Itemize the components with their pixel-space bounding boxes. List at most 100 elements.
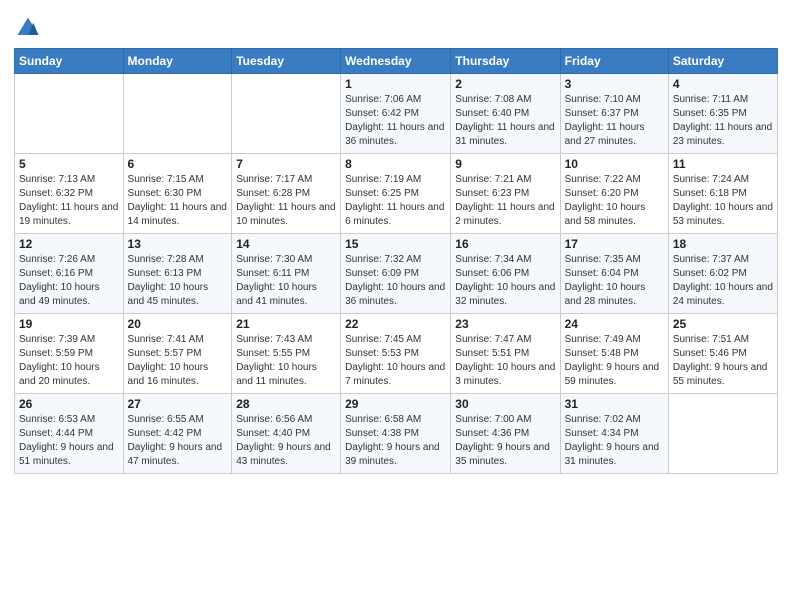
col-sunday: Sunday <box>15 49 124 74</box>
calendar-week-row: 19 Sunrise: 7:39 AMSunset: 5:59 PMDayligh… <box>15 314 778 394</box>
table-row: 13 Sunrise: 7:28 AMSunset: 6:13 PMDayligh… <box>123 234 232 314</box>
day-info: Sunrise: 7:28 AMSunset: 6:13 PMDaylight:… <box>128 253 228 309</box>
table-row: 17 Sunrise: 7:35 AMSunset: 6:04 PMDayligh… <box>560 234 668 314</box>
table-row: 28 Sunrise: 6:56 AMSunset: 4:40 PMDayligh… <box>232 394 341 474</box>
table-row <box>15 74 124 154</box>
col-saturday: Saturday <box>668 49 777 74</box>
table-row: 10 Sunrise: 7:22 AMSunset: 6:20 PMDayligh… <box>560 154 668 234</box>
calendar-table: Sunday Monday Tuesday Wednesday Thursday… <box>14 48 778 474</box>
day-number: 22 <box>345 317 446 331</box>
table-row: 6 Sunrise: 7:15 AMSunset: 6:30 PMDaylight… <box>123 154 232 234</box>
day-info: Sunrise: 7:30 AMSunset: 6:11 PMDaylight:… <box>236 253 336 309</box>
calendar-week-row: 26 Sunrise: 6:53 AMSunset: 4:44 PMDayligh… <box>15 394 778 474</box>
day-info: Sunrise: 7:10 AMSunset: 6:37 PMDaylight:… <box>565 93 664 149</box>
table-row: 26 Sunrise: 6:53 AMSunset: 4:44 PMDayligh… <box>15 394 124 474</box>
table-row <box>232 74 341 154</box>
logo-icon <box>14 14 42 42</box>
day-info: Sunrise: 6:58 AMSunset: 4:38 PMDaylight:… <box>345 413 446 469</box>
day-number: 9 <box>455 157 555 171</box>
table-row: 30 Sunrise: 7:00 AMSunset: 4:36 PMDayligh… <box>451 394 560 474</box>
table-row: 8 Sunrise: 7:19 AMSunset: 6:25 PMDaylight… <box>341 154 451 234</box>
table-row: 4Sunrise: 7:11 AMSunset: 6:35 PMDaylight… <box>668 74 777 154</box>
day-info: Sunrise: 7:26 AMSunset: 6:16 PMDaylight:… <box>19 253 119 309</box>
day-info: Sunrise: 7:34 AMSunset: 6:06 PMDaylight:… <box>455 253 555 309</box>
table-row: 5 Sunrise: 7:13 AMSunset: 6:32 PMDaylight… <box>15 154 124 234</box>
table-row: 14Sunrise: 7:30 AMSunset: 6:11 PMDayligh… <box>232 234 341 314</box>
calendar-header-row: Sunday Monday Tuesday Wednesday Thursday… <box>15 49 778 74</box>
day-number: 27 <box>128 397 228 411</box>
day-info: Sunrise: 7:00 AMSunset: 4:36 PMDaylight:… <box>455 413 555 469</box>
table-row: 2 Sunrise: 7:08 AMSunset: 6:40 PMDaylight… <box>451 74 560 154</box>
calendar-week-row: 5 Sunrise: 7:13 AMSunset: 6:32 PMDaylight… <box>15 154 778 234</box>
table-row: 19 Sunrise: 7:39 AMSunset: 5:59 PMDayligh… <box>15 314 124 394</box>
day-number: 26 <box>19 397 119 411</box>
col-tuesday: Tuesday <box>232 49 341 74</box>
day-number: 31 <box>565 397 664 411</box>
day-info: Sunrise: 7:47 AMSunset: 5:51 PMDaylight:… <box>455 333 555 389</box>
day-info: Sunrise: 6:56 AMSunset: 4:40 PMDaylight:… <box>236 413 336 469</box>
table-row: 27 Sunrise: 6:55 AMSunset: 4:42 PMDayligh… <box>123 394 232 474</box>
table-row: 24 Sunrise: 7:49 AMSunset: 5:48 PMDayligh… <box>560 314 668 394</box>
day-info: Sunrise: 7:19 AMSunset: 6:25 PMDaylight:… <box>345 173 446 229</box>
day-number: 4 <box>673 77 773 91</box>
day-number: 11 <box>673 157 773 171</box>
day-number: 23 <box>455 317 555 331</box>
day-number: 30 <box>455 397 555 411</box>
table-row: 3 Sunrise: 7:10 AMSunset: 6:37 PMDaylight… <box>560 74 668 154</box>
day-info: Sunrise: 7:08 AMSunset: 6:40 PMDaylight:… <box>455 93 555 149</box>
table-row: 22Sunrise: 7:45 AMSunset: 5:53 PMDayligh… <box>341 314 451 394</box>
col-monday: Monday <box>123 49 232 74</box>
table-row: 15 Sunrise: 7:32 AMSunset: 6:09 PMDayligh… <box>341 234 451 314</box>
day-info: Sunrise: 7:37 AMSunset: 6:02 PMDaylight:… <box>673 253 773 309</box>
day-info: Sunrise: 7:22 AMSunset: 6:20 PMDaylight:… <box>565 173 664 229</box>
day-number: 21 <box>236 317 336 331</box>
day-info: Sunrise: 7:49 AMSunset: 5:48 PMDaylight:… <box>565 333 664 389</box>
table-row <box>668 394 777 474</box>
day-number: 7 <box>236 157 336 171</box>
day-number: 25 <box>673 317 773 331</box>
day-info: Sunrise: 7:06 AMSunset: 6:42 PMDaylight:… <box>345 93 446 149</box>
day-info: Sunrise: 7:13 AMSunset: 6:32 PMDaylight:… <box>19 173 119 229</box>
table-row: 9Sunrise: 7:21 AMSunset: 6:23 PMDaylight… <box>451 154 560 234</box>
day-number: 16 <box>455 237 555 251</box>
table-row: 29 Sunrise: 6:58 AMSunset: 4:38 PMDayligh… <box>341 394 451 474</box>
day-number: 24 <box>565 317 664 331</box>
day-number: 28 <box>236 397 336 411</box>
calendar-week-row: 1Sunrise: 7:06 AMSunset: 6:42 PMDaylight… <box>15 74 778 154</box>
day-number: 13 <box>128 237 228 251</box>
day-info: Sunrise: 7:39 AMSunset: 5:59 PMDaylight:… <box>19 333 119 389</box>
day-number: 2 <box>455 77 555 91</box>
day-info: Sunrise: 7:41 AMSunset: 5:57 PMDaylight:… <box>128 333 228 389</box>
day-info: Sunrise: 6:53 AMSunset: 4:44 PMDaylight:… <box>19 413 119 469</box>
table-row: 23 Sunrise: 7:47 AMSunset: 5:51 PMDayligh… <box>451 314 560 394</box>
day-number: 10 <box>565 157 664 171</box>
table-row: 18 Sunrise: 7:37 AMSunset: 6:02 PMDayligh… <box>668 234 777 314</box>
day-number: 20 <box>128 317 228 331</box>
day-number: 12 <box>19 237 119 251</box>
day-info: Sunrise: 6:55 AMSunset: 4:42 PMDaylight:… <box>128 413 228 469</box>
day-number: 5 <box>19 157 119 171</box>
table-row: 12 Sunrise: 7:26 AMSunset: 6:16 PMDayligh… <box>15 234 124 314</box>
day-number: 18 <box>673 237 773 251</box>
day-number: 8 <box>345 157 446 171</box>
day-info: Sunrise: 7:32 AMSunset: 6:09 PMDaylight:… <box>345 253 446 309</box>
table-row: 11Sunrise: 7:24 AMSunset: 6:18 PMDayligh… <box>668 154 777 234</box>
day-number: 17 <box>565 237 664 251</box>
day-number: 6 <box>128 157 228 171</box>
col-wednesday: Wednesday <box>341 49 451 74</box>
day-number: 19 <box>19 317 119 331</box>
day-info: Sunrise: 7:02 AMSunset: 4:34 PMDaylight:… <box>565 413 664 469</box>
day-info: Sunrise: 7:35 AMSunset: 6:04 PMDaylight:… <box>565 253 664 309</box>
table-row: 31 Sunrise: 7:02 AMSunset: 4:34 PMDayligh… <box>560 394 668 474</box>
table-row: 1Sunrise: 7:06 AMSunset: 6:42 PMDaylight… <box>341 74 451 154</box>
day-number: 3 <box>565 77 664 91</box>
header <box>14 10 778 42</box>
col-friday: Friday <box>560 49 668 74</box>
table-row: 21Sunrise: 7:43 AMSunset: 5:55 PMDayligh… <box>232 314 341 394</box>
table-row: 25 Sunrise: 7:51 AMSunset: 5:46 PMDayligh… <box>668 314 777 394</box>
day-number: 15 <box>345 237 446 251</box>
day-number: 29 <box>345 397 446 411</box>
page: Sunday Monday Tuesday Wednesday Thursday… <box>0 0 792 612</box>
day-info: Sunrise: 7:51 AMSunset: 5:46 PMDaylight:… <box>673 333 773 389</box>
day-info: Sunrise: 7:15 AMSunset: 6:30 PMDaylight:… <box>128 173 228 229</box>
